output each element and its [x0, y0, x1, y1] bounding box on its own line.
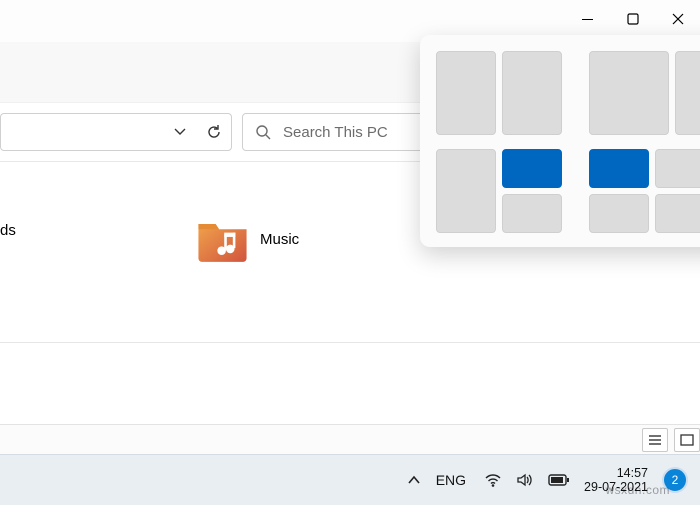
system-tray: ENG 14:57 29-07-2021	[406, 466, 700, 495]
chevron-down-icon	[173, 125, 187, 139]
folder-music-label: Music	[260, 231, 299, 248]
close-button[interactable]	[655, 4, 700, 34]
snap-tile[interactable]	[502, 51, 562, 135]
battery-button[interactable]	[548, 473, 570, 487]
close-icon	[672, 13, 684, 25]
minimize-icon	[582, 14, 593, 25]
search-icon	[255, 124, 271, 140]
folder-music[interactable]: Music	[195, 212, 299, 267]
snap-layout-quadrants	[589, 149, 700, 231]
battery-icon	[548, 473, 570, 487]
notifications-button[interactable]: 2	[662, 467, 688, 493]
refresh-button[interactable]	[197, 115, 231, 149]
snap-tile[interactable]	[589, 51, 669, 135]
speaker-icon	[516, 472, 534, 488]
search-placeholder: Search This PC	[283, 124, 388, 141]
volume-button[interactable]	[516, 472, 534, 488]
minimize-button[interactable]	[565, 4, 610, 34]
tray-overflow-button[interactable]	[406, 472, 422, 488]
snap-tile[interactable]	[655, 194, 700, 233]
snap-tile-selected[interactable]	[589, 149, 649, 188]
address-bar[interactable]	[0, 113, 232, 151]
clock-time: 14:57	[617, 466, 648, 480]
snap-layout-left-and-stack	[436, 149, 561, 231]
grid-icon	[680, 434, 694, 446]
snap-tile[interactable]	[502, 194, 562, 233]
wifi-icon	[484, 472, 502, 488]
wifi-button[interactable]	[484, 472, 502, 488]
music-folder-icon	[195, 212, 250, 267]
snap-tile[interactable]	[675, 51, 700, 135]
details-view-button[interactable]	[642, 428, 668, 452]
snap-layout-two-third	[589, 51, 700, 133]
snap-layout-two-half	[436, 51, 561, 133]
refresh-icon	[206, 124, 222, 140]
taskbar-clock[interactable]: 14:57 29-07-2021	[584, 466, 648, 495]
address-history-dropdown[interactable]	[163, 115, 197, 149]
taskbar: ENG 14:57 29-07-2021	[0, 454, 700, 505]
list-icon	[648, 434, 662, 446]
status-bar	[0, 424, 700, 455]
snap-tile[interactable]	[655, 149, 700, 188]
content-lower	[0, 343, 700, 409]
chevron-up-icon	[406, 472, 422, 488]
snap-tile[interactable]	[436, 51, 496, 135]
folder-downloads-label-partial: ds	[0, 222, 16, 239]
snap-tile-selected[interactable]	[502, 149, 562, 188]
input-language[interactable]: ENG	[436, 472, 466, 488]
maximize-icon	[627, 13, 639, 25]
clock-date: 29-07-2021	[584, 480, 648, 494]
maximize-button[interactable]	[610, 4, 655, 34]
large-icons-view-button[interactable]	[674, 428, 700, 452]
snap-layouts-flyout	[420, 35, 700, 247]
notifications-count: 2	[672, 473, 679, 487]
snap-tile[interactable]	[589, 194, 649, 233]
snap-tile[interactable]	[436, 149, 496, 233]
